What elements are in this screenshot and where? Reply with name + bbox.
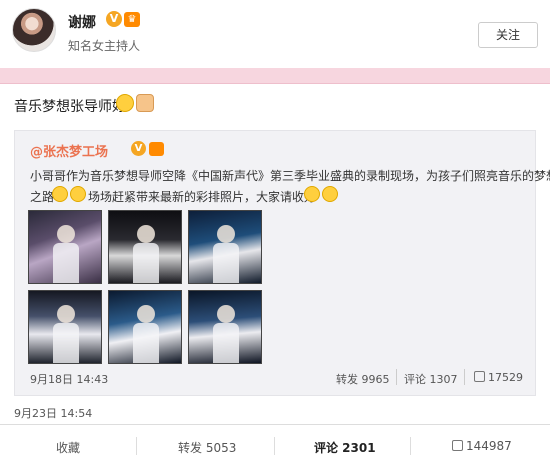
repost-comment-count[interactable]: 评论 1307 bbox=[404, 371, 458, 387]
avatar[interactable] bbox=[12, 8, 56, 52]
divider bbox=[410, 437, 411, 455]
repost-like-button[interactable]: 17529 bbox=[474, 371, 523, 384]
like-button[interactable]: 144987 bbox=[452, 439, 512, 453]
repost-text-line2-end: 场场赶紧带来最新的彩排照片，大家请收好 bbox=[88, 190, 317, 204]
repost-text-line2-start: 之路 bbox=[30, 190, 55, 204]
repost-author[interactable]: @张杰梦工场 bbox=[30, 141, 108, 160]
photo-thumbnail[interactable] bbox=[108, 290, 182, 364]
smile-emoji-icon bbox=[116, 94, 134, 112]
photo-thumbnail[interactable] bbox=[188, 290, 262, 364]
author-name[interactable]: 谢娜 bbox=[68, 12, 96, 32]
divider bbox=[136, 437, 137, 455]
divider bbox=[464, 369, 465, 385]
photo-thumbnail[interactable] bbox=[28, 210, 102, 284]
photo-thumbnail[interactable] bbox=[188, 210, 262, 284]
kiss-emoji-icon bbox=[322, 186, 338, 202]
repost-button[interactable]: 转发 5053 bbox=[178, 439, 236, 456]
laugh-emoji-icon bbox=[70, 186, 86, 202]
follow-button[interactable]: 关注 bbox=[478, 22, 538, 48]
repost-repost-count[interactable]: 转发 9965 bbox=[336, 371, 390, 387]
thumbs-up-emoji-icon bbox=[136, 94, 154, 112]
post-text: 音乐梦想张导师好 bbox=[14, 99, 126, 115]
favorite-button[interactable]: 收藏 bbox=[56, 439, 80, 456]
repost-like-count: 17529 bbox=[488, 371, 523, 384]
laugh-emoji-icon bbox=[52, 186, 68, 202]
vip-crown-icon: ♛ bbox=[124, 12, 140, 27]
verified-icon: V bbox=[106, 11, 122, 27]
divider bbox=[396, 369, 397, 385]
photo-thumbnail[interactable] bbox=[108, 210, 182, 284]
photo-thumbnail[interactable] bbox=[28, 290, 102, 364]
post-date[interactable]: 9月23日 14:54 bbox=[14, 405, 92, 421]
divider bbox=[274, 437, 275, 455]
comment-button[interactable]: 评论 2301 bbox=[314, 439, 376, 456]
repost-verified-icon: V bbox=[131, 141, 146, 156]
action-bar: 收藏 转发 5053 评论 2301 144987 bbox=[0, 424, 550, 458]
author-description: 知名女主持人 bbox=[68, 39, 141, 53]
thumbs-up-icon bbox=[474, 371, 485, 382]
thumbs-up-icon bbox=[452, 440, 463, 451]
repost-vip-crown-icon bbox=[149, 142, 164, 156]
repost-date[interactable]: 9月18日 14:43 bbox=[30, 371, 108, 387]
divider-band bbox=[0, 68, 550, 84]
like-count: 144987 bbox=[466, 439, 512, 453]
repost-text-line1: 小哥哥作为音乐梦想导师空降《中国新声代》第三季毕业盛典的录制现场，为孩子们照亮音… bbox=[30, 169, 550, 183]
kiss-emoji-icon bbox=[304, 186, 320, 202]
post-header: 谢娜 V ♛ 知名女主持人 关注 bbox=[0, 0, 550, 68]
